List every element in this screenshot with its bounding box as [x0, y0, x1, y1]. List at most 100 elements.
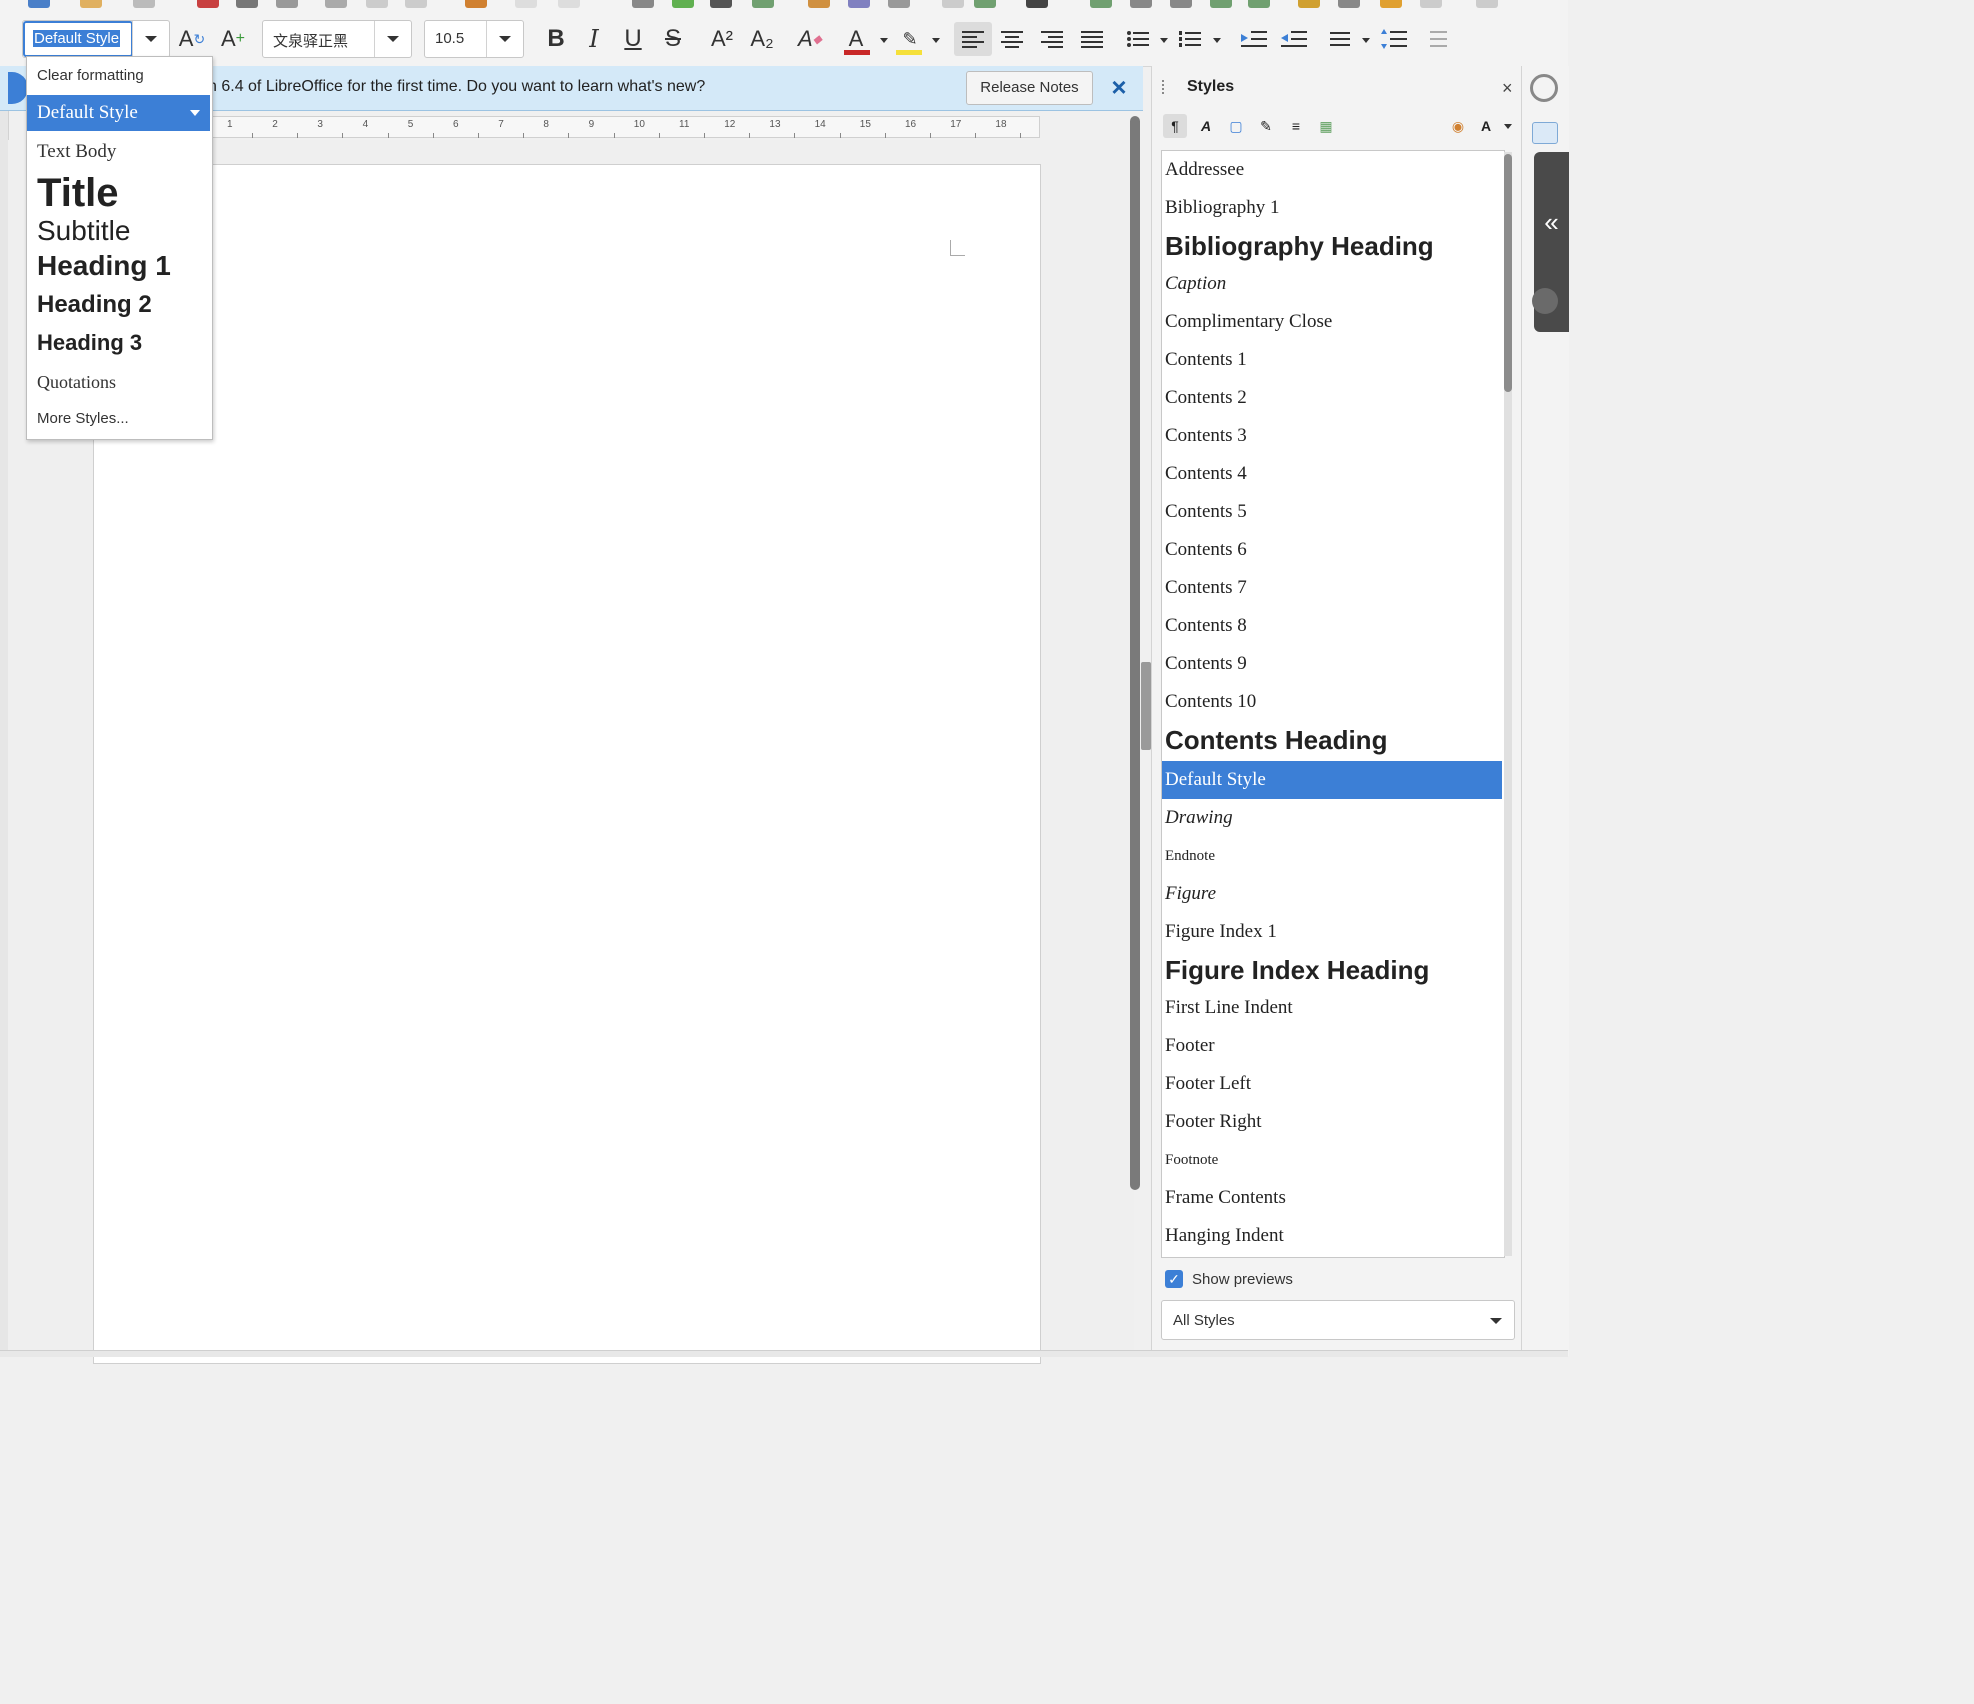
document-page[interactable] — [93, 164, 1041, 1364]
print-icon[interactable] — [236, 0, 258, 8]
style-item-hanging-indent[interactable]: Hanging Indent — [1162, 1217, 1502, 1255]
horizontal-ruler[interactable]: 1 2 3 4 5 6 7 8 9 10 11 12 13 14 15 16 17 18 — [210, 116, 1040, 138]
insert-comment-icon[interactable] — [1298, 0, 1320, 8]
style-list[interactable]: Addressee Bibliography 1 Bibliography He… — [1161, 150, 1505, 1258]
show-previews-checkbox[interactable]: ✓ — [1165, 1270, 1183, 1288]
underline-button[interactable]: U — [617, 22, 649, 56]
style-filter-select[interactable]: All Styles — [1161, 1300, 1515, 1340]
basic-shapes-icon[interactable] — [1420, 0, 1442, 8]
increase-paragraph-spacing-button[interactable] — [1378, 22, 1410, 56]
open-folder-icon[interactable] — [80, 0, 102, 8]
style-item-endnote[interactable]: Endnote — [1162, 837, 1502, 875]
paste-icon[interactable] — [405, 0, 427, 8]
save-icon[interactable] — [133, 0, 155, 8]
copy-icon[interactable] — [366, 0, 388, 8]
table-styles-icon[interactable]: ▦ — [1314, 114, 1338, 138]
release-notes-button[interactable]: Release Notes — [966, 71, 1093, 105]
style-item-contents-5[interactable]: Contents 5 — [1162, 493, 1502, 531]
new-document-icon[interactable] — [28, 0, 50, 8]
dropdown-item-default-style[interactable]: Default Style — [27, 95, 210, 131]
line-spacing-button[interactable] — [1324, 22, 1356, 56]
align-right-button[interactable] — [1036, 22, 1068, 56]
dropdown-item-heading-3[interactable]: Heading 3 — [27, 327, 210, 363]
increase-indent-button[interactable] — [1238, 22, 1270, 56]
style-item-complimentary-close[interactable]: Complimentary Close — [1162, 303, 1502, 341]
dropdown-item-heading-2[interactable]: Heading 2 — [27, 289, 210, 325]
style-item-footer[interactable]: Footer — [1162, 1027, 1502, 1065]
style-item-figure-index-1[interactable]: Figure Index 1 — [1162, 913, 1502, 951]
clone-formatting-icon[interactable] — [465, 0, 487, 8]
ordered-list-dropdown-icon[interactable] — [1213, 38, 1221, 43]
subscript-button[interactable]: A₂ — [744, 22, 780, 56]
dropdown-item-text-body[interactable]: Text Body — [27, 135, 210, 169]
print-preview-icon[interactable] — [276, 0, 298, 8]
paragraph-style-dropdown-button[interactable] — [132, 21, 169, 57]
insert-hyperlink-icon[interactable] — [1090, 0, 1112, 8]
font-size-combo[interactable]: 10.5 — [424, 20, 524, 58]
insert-table-icon[interactable] — [752, 0, 774, 8]
document-vertical-scrollbar[interactable] — [1130, 116, 1140, 1190]
decrease-indent-button[interactable] — [1278, 22, 1310, 56]
font-name-combo[interactable]: 文泉驿正黑 — [262, 20, 412, 58]
style-item-default-style[interactable]: Default Style — [1162, 761, 1502, 799]
cut-icon[interactable] — [325, 0, 347, 8]
insert-footnote-icon[interactable] — [1130, 0, 1152, 8]
style-item-contents-4[interactable]: Contents 4 — [1162, 455, 1502, 493]
more-styles-item[interactable]: More Styles... — [27, 405, 210, 433]
chevron-down-icon[interactable] — [1504, 124, 1512, 129]
close-icon[interactable]: × — [1106, 72, 1132, 102]
insert-chart-icon[interactable] — [848, 0, 870, 8]
ordered-list-button[interactable] — [1174, 22, 1206, 56]
style-options-chevron-icon[interactable] — [190, 110, 200, 116]
style-actions-icon[interactable]: A — [1474, 114, 1498, 138]
insert-endnote-icon[interactable] — [1170, 0, 1192, 8]
redo-icon[interactable] — [558, 0, 580, 8]
character-styles-icon[interactable]: A — [1194, 114, 1218, 138]
formatting-marks-icon[interactable] — [710, 0, 732, 8]
style-item-contents-7[interactable]: Contents 7 — [1162, 569, 1502, 607]
style-list-scroll-thumb[interactable] — [1504, 154, 1512, 392]
style-item-contents-6[interactable]: Contents 6 — [1162, 531, 1502, 569]
dropdown-item-title[interactable]: Title — [27, 171, 210, 215]
dropdown-item-quotations[interactable]: Quotations — [27, 367, 210, 401]
style-item-footer-left[interactable]: Footer Left — [1162, 1065, 1502, 1103]
navigator-icon[interactable] — [1532, 288, 1558, 314]
style-item-drawing[interactable]: Drawing — [1162, 799, 1502, 837]
track-changes-icon[interactable] — [1338, 0, 1360, 8]
insert-textbox-icon[interactable] — [888, 0, 910, 8]
spelling-icon[interactable] — [672, 0, 694, 8]
style-item-first-line-indent[interactable]: First Line Indent — [1162, 989, 1502, 1027]
export-pdf-icon[interactable] — [197, 0, 219, 8]
style-item-contents-1[interactable]: Contents 1 — [1162, 341, 1502, 379]
style-item-contents-10[interactable]: Contents 10 — [1162, 683, 1502, 721]
close-icon[interactable]: × — [1502, 78, 1513, 99]
dropdown-item-heading-1[interactable]: Heading 1 — [27, 249, 210, 287]
insert-bookmark-icon[interactable] — [1210, 0, 1232, 8]
superscript-button[interactable]: A² — [704, 22, 740, 56]
list-styles-icon[interactable]: ≡ — [1284, 114, 1308, 138]
grip-icon[interactable] — [1162, 80, 1168, 94]
dropdown-item-subtitle[interactable]: Subtitle — [27, 215, 210, 249]
font-color-dropdown-icon[interactable] — [880, 38, 888, 43]
italic-button[interactable]: I — [578, 22, 610, 56]
line-spacing-dropdown-icon[interactable] — [1362, 38, 1370, 43]
bold-button[interactable]: B — [540, 22, 572, 56]
paragraph-style-combo[interactable]: Default Style — [22, 20, 170, 58]
paragraph-styles-icon[interactable]: ¶ — [1163, 114, 1187, 138]
font-size-dropdown-button[interactable] — [486, 21, 523, 57]
style-item-bibliography-1[interactable]: Bibliography 1 — [1162, 189, 1502, 227]
style-item-caption[interactable]: Caption — [1162, 265, 1502, 303]
style-item-contents-8[interactable]: Contents 8 — [1162, 607, 1502, 645]
undo-icon[interactable] — [515, 0, 537, 8]
gear-icon[interactable] — [1530, 74, 1558, 102]
find-replace-icon[interactable] — [632, 0, 654, 8]
insert-image-icon[interactable] — [808, 0, 830, 8]
style-item-contents-3[interactable]: Contents 3 — [1162, 417, 1502, 455]
style-item-addressee[interactable]: Addressee — [1162, 151, 1502, 189]
justify-button[interactable] — [1076, 22, 1108, 56]
properties-deck-icon[interactable] — [1532, 122, 1558, 144]
style-item-contents-heading[interactable]: Contents Heading — [1162, 721, 1502, 759]
align-center-button[interactable] — [996, 22, 1028, 56]
more-shapes-icon[interactable] — [1476, 0, 1498, 8]
style-item-figure[interactable]: Figure — [1162, 875, 1502, 913]
